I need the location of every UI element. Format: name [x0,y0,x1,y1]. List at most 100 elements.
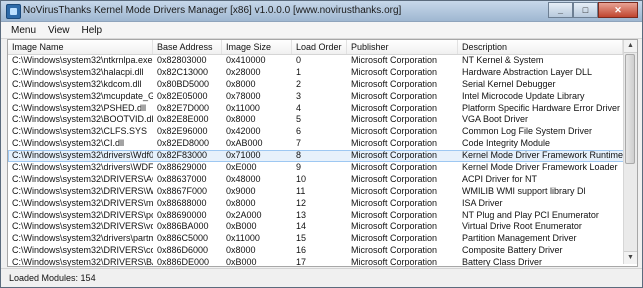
column-header-image-size[interactable]: Image Size [222,40,292,54]
cell-publisher: Microsoft Corporation [351,197,438,208]
cell-image-size: 0xB000 [226,257,257,267]
menu-help[interactable]: Help [76,25,109,36]
scrollbar-thumb[interactable] [625,54,635,164]
cell-publisher: Microsoft Corporation [351,257,438,267]
column-header-description[interactable]: Description [458,40,623,54]
cell-base-address: 0x88637000 [157,173,207,184]
cell-description: Intel Microcode Update Library [462,90,585,101]
cell-base-address: 0x82E7D000 [157,102,210,113]
scroll-down-arrow-icon[interactable]: ▼ [624,251,637,264]
table-row[interactable]: C:\Windows\system32\kdcom.dll 0x80BD5000 0… [8,79,637,91]
table-row[interactable]: C:\Windows\system32\CI.dll 0x82ED8000 0xAB… [8,138,637,150]
table-body: C:\Windows\system32\ntkrnlpa.exe 0x828030… [8,55,637,267]
cell-base-address: 0x82803000 [157,55,207,65]
table-row[interactable]: C:\Windows\system32\CLFS.SYS 0x82E96000 0x… [8,126,637,138]
cell-image-name: C:\Windows\system32\PSHED.dll [12,102,147,113]
cell-publisher: Microsoft Corporation [351,138,438,149]
cell-base-address: 0x82E8E000 [157,114,209,125]
table-row[interactable]: C:\Windows\system32\drivers\WDFLD... 0x88… [8,162,637,174]
window-controls: _ □ ✕ [548,2,638,18]
table-header: Image Name Base Address Image Size Load … [8,40,637,55]
title-bar[interactable]: NoVirusThanks Kernel Mode Drivers Manage… [1,1,642,22]
cell-description: Kernel Mode Driver Framework Loader [462,162,618,173]
table-row[interactable]: C:\Windows\system32\DRIVERS\pci.sys 0x886… [8,210,637,222]
table-row[interactable]: C:\Windows\system32\drivers\partmg... 0x8… [8,233,637,245]
cell-image-name: C:\Windows\system32\DRIVERS\pci.sys [12,209,153,220]
cell-load-order: 12 [296,197,307,208]
cell-description: Partition Management Driver [462,233,577,244]
cell-description: NT Plug and Play PCI Enumerator [462,209,599,220]
cell-description: Kernel Mode Driver Framework Runtime [462,150,623,161]
cell-image-name: C:\Windows\system32\DRIVERS\vdrvr... [12,221,153,232]
cell-image-size: 0x9000 [226,185,256,196]
cell-description: Serial Kernel Debugger [462,78,556,89]
cell-image-size: 0x42000 [226,126,261,137]
minimize-button[interactable]: _ [548,2,573,18]
cell-image-name: C:\Windows\system32\DRIVERS\msisa... [12,197,153,208]
cell-base-address: 0x82C13000 [157,66,209,77]
cell-publisher: Microsoft Corporation [351,233,438,244]
cell-publisher: Microsoft Corporation [351,126,438,137]
cell-image-size: 0xAB000 [226,138,263,149]
cell-load-order: 2 [296,78,302,89]
cell-image-name: C:\Windows\system32\DRIVERS\ACPI... [12,173,153,184]
cell-base-address: 0x82ED8000 [157,138,210,149]
cell-description: Battery Class Driver [462,257,543,267]
cell-image-name: C:\Windows\system32\DRIVERS\WMI... [12,185,153,196]
table-row[interactable]: C:\Windows\system32\drivers\Wdf01... 0x82… [8,150,637,163]
cell-base-address: 0x8867F000 [157,185,208,196]
cell-image-name: C:\Windows\system32\DRIVERS\BATT... [12,257,153,267]
cell-image-size: 0x8000 [226,245,256,256]
cell-description: VGA Boot Driver [462,114,529,125]
table-row[interactable]: C:\Windows\system32\halacpi.dll 0x82C1300… [8,67,637,79]
cell-publisher: Microsoft Corporation [351,185,438,196]
cell-load-order: 14 [296,221,307,232]
cell-load-order: 10 [296,173,307,184]
table-row[interactable]: C:\Windows\system32\DRIVERS\ACPI... 0x886… [8,174,637,186]
column-header-image-name[interactable]: Image Name [8,40,153,54]
column-header-load-order[interactable]: Load Order [292,40,347,54]
table-row[interactable]: C:\Windows\system32\BOOTVID.dll 0x82E8E00… [8,114,637,126]
table-row[interactable]: C:\Windows\system32\DRIVERS\msisa... 0x88… [8,198,637,210]
cell-image-size: 0x2A000 [226,209,262,220]
cell-image-name: C:\Windows\system32\drivers\Wdf01... [12,150,153,161]
cell-description: NT Kernel & System [462,55,544,65]
cell-image-name: C:\Windows\system32\ntkrnlpa.exe [12,55,153,65]
vertical-scrollbar[interactable]: ▲ ▼ [623,40,637,264]
cell-load-order: 17 [296,257,307,267]
cell-description: ACPI Driver for NT [462,173,538,184]
menu-view[interactable]: View [42,25,76,36]
app-icon [6,4,21,19]
cell-description: Common Log File System Driver [462,126,593,137]
maximize-button[interactable]: □ [573,2,598,18]
cell-description: ISA Driver [462,197,503,208]
cell-base-address: 0x82F83000 [157,150,208,161]
table-row[interactable]: C:\Windows\system32\PSHED.dll 0x82E7D000 0… [8,103,637,115]
cell-publisher: Microsoft Corporation [351,150,438,161]
table-row[interactable]: C:\Windows\system32\DRIVERS\BATT... 0x886… [8,257,637,267]
close-button[interactable]: ✕ [598,2,638,18]
main-window: NoVirusThanks Kernel Mode Drivers Manage… [0,0,643,288]
cell-base-address: 0x80BD5000 [157,78,210,89]
cell-image-size: 0xE000 [226,162,257,173]
menu-bar: Menu View Help [1,22,642,39]
cell-load-order: 5 [296,114,302,125]
column-header-publisher[interactable]: Publisher [347,40,458,54]
cell-publisher: Microsoft Corporation [351,90,438,101]
column-header-base-address[interactable]: Base Address [153,40,222,54]
cell-base-address: 0x886D6000 [157,245,209,256]
cell-load-order: 3 [296,90,302,101]
table-row[interactable]: C:\Windows\system32\ntkrnlpa.exe 0x828030… [8,55,637,67]
menu-menu[interactable]: Menu [5,25,42,36]
cell-description: Composite Battery Driver [462,245,563,256]
scroll-up-arrow-icon[interactable]: ▲ [624,40,637,53]
table-row[interactable]: C:\Windows\system32\DRIVERS\comp... 0x886… [8,245,637,257]
table-row[interactable]: C:\Windows\system32\DRIVERS\vdrvr... 0x88… [8,221,637,233]
cell-image-size: 0x8000 [226,114,256,125]
table-row[interactable]: C:\Windows\system32\DRIVERS\WMI... 0x8867… [8,186,637,198]
cell-image-size: 0x410000 [226,55,266,65]
cell-base-address: 0x88688000 [157,197,207,208]
table-row[interactable]: C:\Windows\system32\mcupdate_Gen... 0x82E… [8,91,637,103]
cell-load-order: 4 [296,102,302,113]
cell-description: Platform Specific Hardware Error Driver [462,102,621,113]
